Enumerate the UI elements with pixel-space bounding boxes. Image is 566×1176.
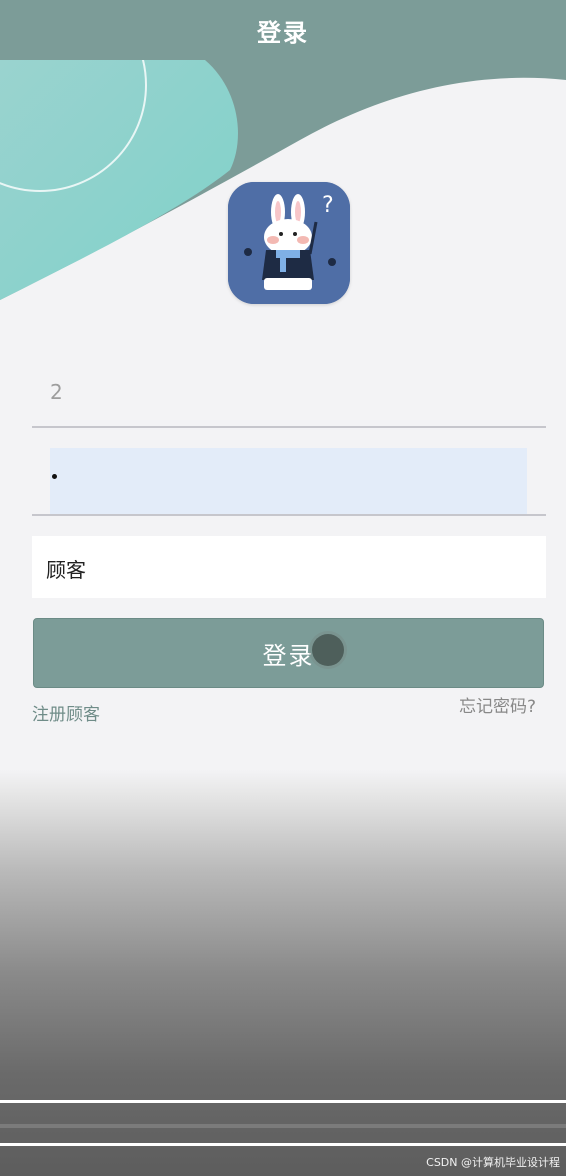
forgot-password-link[interactable]: 忘记密码? xyxy=(459,692,536,717)
touch-indicator xyxy=(312,634,344,666)
nav-bar: 登录 xyxy=(0,0,566,60)
password-input-background xyxy=(50,448,527,514)
divider-line xyxy=(0,1124,566,1128)
account-input-value: 2 xyxy=(50,380,63,404)
role-select[interactable]: 顾客 xyxy=(32,536,546,598)
login-button[interactable]: 登录 xyxy=(33,618,544,688)
bottom-overlay xyxy=(0,770,566,1176)
password-mask-dot xyxy=(52,474,57,479)
account-field[interactable]: 2 xyxy=(32,360,546,428)
divider-line xyxy=(0,1100,566,1103)
login-button-label: 登录 xyxy=(262,641,315,670)
watermark: CSDN @计算机毕业设计程 xyxy=(426,1156,560,1169)
role-select-value: 顾客 xyxy=(46,558,86,582)
divider-line xyxy=(0,1143,566,1146)
register-link[interactable]: 注册顾客 xyxy=(32,700,100,725)
page-title: 登录 xyxy=(257,18,309,47)
password-field[interactable] xyxy=(32,444,546,516)
bunny-mascot-icon: ? xyxy=(228,182,350,304)
app-logo: ? xyxy=(228,182,350,304)
svg-text:?: ? xyxy=(322,193,334,218)
